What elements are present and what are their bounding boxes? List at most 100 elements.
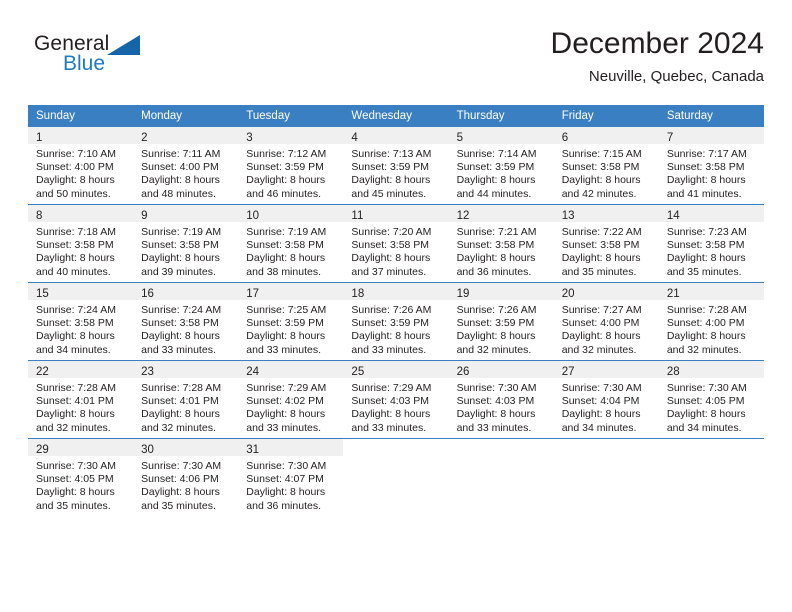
day-number-band: 23 [133,361,239,378]
day-number: 2 [141,132,148,144]
day-details: Sunrise: 7:24 AM Sunset: 3:58 PM Dayligh… [28,300,133,357]
day-cell[interactable]: 8 Sunrise: 7:18 AM Sunset: 3:58 PM Dayli… [28,205,134,282]
title-block: December 2024 Neuville, Quebec, Canada [551,26,764,88]
day-cell[interactable]: 5 Sunrise: 7:14 AM Sunset: 3:59 PM Dayli… [448,127,554,204]
day-number: 16 [141,288,154,300]
day-number-band: 14 [658,205,764,222]
day-details: Sunrise: 7:29 AM Sunset: 4:02 PM Dayligh… [238,378,343,435]
daylight-text-line2: and 32 minutes. [666,343,742,356]
day-cell[interactable]: 25 Sunrise: 7:29 AM Sunset: 4:03 PM Dayl… [343,361,449,438]
day-details: Sunrise: 7:19 AM Sunset: 3:58 PM Dayligh… [133,222,238,279]
day-number-band: 6 [553,127,659,144]
day-number-band [658,439,764,456]
sunrise-text: Sunrise: 7:26 AM [351,304,432,316]
day-number-band: 20 [553,283,659,300]
day-number: 20 [561,288,575,300]
day-cell[interactable]: 13 Sunrise: 7:22 AM Sunset: 3:58 PM Dayl… [553,205,659,282]
day-number-band: 19 [448,283,554,300]
day-cell[interactable]: 7 Sunrise: 7:17 AM Sunset: 3:58 PM Dayli… [658,127,764,204]
day-number: 30 [141,444,154,456]
sunset-text: Sunset: 3:59 PM [456,161,535,174]
sunset-text: Sunset: 3:58 PM [456,239,535,252]
day-number: 1 [36,132,43,144]
day-cell[interactable]: 10 Sunrise: 7:19 AM Sunset: 3:58 PM Dayl… [238,205,344,282]
daylight-text-line2: and 33 minutes. [141,343,216,356]
daylight-text-line1: Daylight: 8 hours [141,252,220,265]
daylight-text-line2: and 35 minutes. [141,499,216,512]
sunrise-text: Sunrise: 7:29 AM [351,382,432,394]
sunset-text: Sunset: 4:02 PM [246,395,324,408]
daylight-text-line2: and 34 minutes. [666,421,742,434]
day-cell[interactable]: 24 Sunrise: 7:29 AM Sunset: 4:02 PM Dayl… [238,361,344,438]
daylight-text-line1: Daylight: 8 hours [36,408,115,421]
day-cell[interactable]: 29 Sunrise: 7:30 AM Sunset: 4:05 PM Dayl… [28,439,134,516]
day-cell[interactable]: 17 Sunrise: 7:25 AM Sunset: 3:59 PM Dayl… [238,283,344,360]
sunset-text: Sunset: 3:59 PM [351,317,430,330]
day-number: 31 [246,444,260,456]
daylight-text-line1: Daylight: 8 hours [246,252,326,265]
daylight-text-line1: Daylight: 8 hours [141,174,220,187]
day-cell[interactable]: 30 Sunrise: 7:30 AM Sunset: 4:06 PM Dayl… [133,439,239,516]
day-details: Sunrise: 7:25 AM Sunset: 3:59 PM Dayligh… [238,300,343,357]
day-cell[interactable]: 3 Sunrise: 7:12 AM Sunset: 3:59 PM Dayli… [238,127,344,204]
day-number: 7 [666,132,674,144]
day-details: Sunrise: 7:11 AM Sunset: 4:00 PM Dayligh… [133,144,238,201]
week-row: 8 Sunrise: 7:18 AM Sunset: 3:58 PM Dayli… [28,204,764,282]
sunset-text: Sunset: 4:03 PM [456,395,535,408]
sunrise-text: Sunrise: 7:30 AM [141,460,222,472]
day-number: 13 [561,210,575,222]
daylight-text-line2: and 33 minutes. [456,421,532,434]
day-cell[interactable]: 19 Sunrise: 7:26 AM Sunset: 3:59 PM Dayl… [448,283,554,360]
day-details: Sunrise: 7:28 AM Sunset: 4:00 PM Dayligh… [659,300,764,357]
daylight-text-line1: Daylight: 8 hours [561,330,641,343]
day-number-band [553,439,659,456]
sunrise-text: Sunrise: 7:19 AM [141,226,222,238]
day-cell[interactable]: 20 Sunrise: 7:27 AM Sunset: 4:00 PM Dayl… [553,283,659,360]
day-cell[interactable]: 23 Sunrise: 7:28 AM Sunset: 4:01 PM Dayl… [133,361,239,438]
day-details: Sunrise: 7:20 AM Sunset: 3:58 PM Dayligh… [343,222,448,279]
daylight-text-line1: Daylight: 8 hours [351,174,431,187]
day-cell[interactable]: 27 Sunrise: 7:30 AM Sunset: 4:04 PM Dayl… [553,361,659,438]
day-cell[interactable]: 21 Sunrise: 7:28 AM Sunset: 4:00 PM Dayl… [658,283,764,360]
day-cell[interactable]: 18 Sunrise: 7:26 AM Sunset: 3:59 PM Dayl… [343,283,449,360]
sunset-text: Sunset: 3:58 PM [561,239,640,252]
day-cell[interactable]: 12 Sunrise: 7:21 AM Sunset: 3:58 PM Dayl… [448,205,554,282]
day-cell[interactable]: 11 Sunrise: 7:20 AM Sunset: 3:58 PM Dayl… [343,205,449,282]
day-details: Sunrise: 7:24 AM Sunset: 3:58 PM Dayligh… [133,300,238,357]
day-cell[interactable]: 9 Sunrise: 7:19 AM Sunset: 3:58 PM Dayli… [133,205,239,282]
day-number: 9 [141,210,148,222]
day-details: Sunrise: 7:30 AM Sunset: 4:05 PM Dayligh… [659,378,764,435]
sunset-text: Sunset: 4:07 PM [246,473,324,486]
page-title: December 2024 [550,27,764,60]
daylight-text-line1: Daylight: 8 hours [246,330,326,343]
day-cell[interactable]: 28 Sunrise: 7:30 AM Sunset: 4:05 PM Dayl… [658,361,764,438]
day-number-band: 4 [343,127,449,144]
day-cell-empty [658,439,764,516]
day-cell[interactable]: 4 Sunrise: 7:13 AM Sunset: 3:59 PM Dayli… [343,127,449,204]
day-cell[interactable]: 15 Sunrise: 7:24 AM Sunset: 3:58 PM Dayl… [28,283,134,360]
general-blue-logo: General Blue [34,32,254,88]
daylight-text-line1: Daylight: 8 hours [456,252,536,265]
day-cell[interactable]: 1 Sunrise: 7:10 AM Sunset: 4:00 PM Dayli… [28,127,134,204]
day-number: 6 [561,132,569,144]
weekday-header-sunday: Sunday [36,110,76,122]
day-cell[interactable]: 26 Sunrise: 7:30 AM Sunset: 4:03 PM Dayl… [448,361,554,438]
day-cell[interactable]: 14 Sunrise: 7:23 AM Sunset: 3:58 PM Dayl… [658,205,764,282]
day-number: 4 [351,132,358,144]
sunset-text: Sunset: 4:06 PM [141,473,219,486]
weekday-header-saturday: Saturday [666,110,713,122]
day-cell[interactable]: 31 Sunrise: 7:30 AM Sunset: 4:07 PM Dayl… [238,439,344,516]
day-cell[interactable]: 6 Sunrise: 7:15 AM Sunset: 3:58 PM Dayli… [553,127,659,204]
sunrise-text: Sunrise: 7:28 AM [666,304,747,316]
daylight-text-line1: Daylight: 8 hours [666,408,746,421]
sunrise-text: Sunrise: 7:19 AM [246,226,327,238]
day-details: Sunrise: 7:13 AM Sunset: 3:59 PM Dayligh… [343,144,448,201]
day-cell[interactable]: 16 Sunrise: 7:24 AM Sunset: 3:58 PM Dayl… [133,283,239,360]
day-cell[interactable]: 22 Sunrise: 7:28 AM Sunset: 4:01 PM Dayl… [28,361,134,438]
sunset-text: Sunset: 3:58 PM [351,239,430,252]
daylight-text-line1: Daylight: 8 hours [561,252,641,265]
day-cell[interactable]: 2 Sunrise: 7:11 AM Sunset: 4:00 PM Dayli… [133,127,239,204]
sunset-text: Sunset: 4:03 PM [351,395,430,408]
day-number: 28 [666,366,680,378]
sunset-text: Sunset: 3:58 PM [246,239,324,252]
